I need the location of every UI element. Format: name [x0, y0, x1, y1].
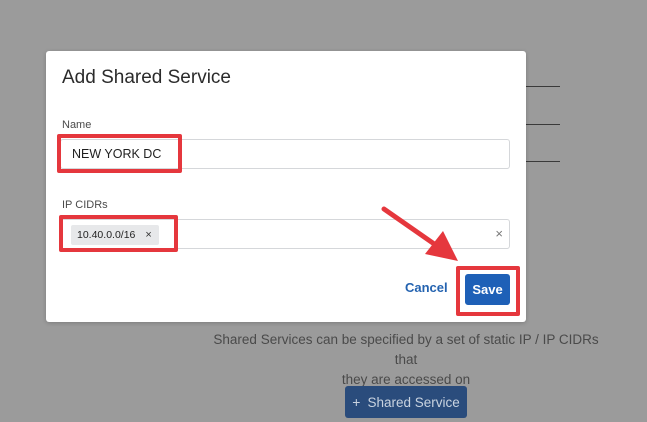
dialog-title: Add Shared Service	[62, 67, 231, 88]
add-shared-service-dialog: Add Shared Service Name NEW YORK DC IP C…	[46, 51, 526, 322]
ip-cidrs-label: IP CIDRs	[62, 199, 108, 211]
add-shared-service-label: Shared Service	[367, 394, 460, 410]
background-divider	[525, 86, 560, 87]
name-label: Name	[62, 119, 92, 131]
page: Shared Services can be specified by a se…	[0, 0, 647, 422]
save-button[interactable]: Save	[465, 274, 510, 305]
cidr-chip-label: 10.40.0.0/16	[77, 229, 136, 241]
cidr-chip: 10.40.0.0/16 ×	[71, 225, 159, 245]
name-input[interactable]: NEW YORK DC	[60, 139, 510, 169]
description-line: Shared Services can be specified by a se…	[213, 332, 599, 367]
plus-icon: +	[352, 394, 361, 410]
clear-icon[interactable]: ×	[495, 226, 503, 241]
cancel-button[interactable]: Cancel	[405, 280, 448, 295]
shared-services-description: Shared Services can be specified by a se…	[205, 330, 607, 390]
background-divider	[525, 124, 560, 125]
name-input-value: NEW YORK DC	[72, 147, 162, 161]
add-shared-service-button: + Shared Service	[345, 386, 467, 418]
background-divider	[525, 161, 560, 162]
chip-remove-icon[interactable]: ×	[145, 229, 151, 241]
ip-cidrs-input[interactable]: 10.40.0.0/16 × ×	[60, 219, 510, 249]
